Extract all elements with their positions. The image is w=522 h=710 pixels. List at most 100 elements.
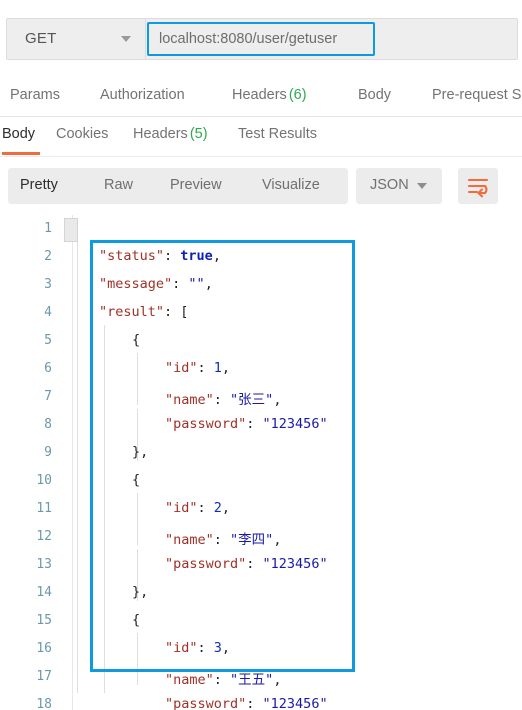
response-tab-headers[interactable]: Headers (5) bbox=[133, 126, 208, 142]
request-url-input[interactable] bbox=[147, 22, 375, 56]
code-line: 3 "message": "", bbox=[0, 271, 522, 299]
code-line-text: "message": "", bbox=[99, 276, 213, 292]
response-language-label: JSON bbox=[370, 177, 409, 193]
code-token: : bbox=[213, 672, 231, 688]
code-token: "status" bbox=[99, 248, 165, 264]
code-line: 16 "id": 3, bbox=[0, 635, 522, 663]
code-token: "id" bbox=[165, 500, 198, 516]
code-token: : bbox=[197, 500, 214, 516]
response-tab-bar: Body Cookies Headers (5) Test Results bbox=[0, 117, 522, 157]
response-tab-body-label: Body bbox=[2, 126, 36, 142]
code-line: 12 "name": "李四", bbox=[0, 523, 522, 551]
code-line-text: { bbox=[132, 472, 140, 488]
code-token: , bbox=[204, 276, 213, 292]
code-line-text: "id": 2, bbox=[165, 500, 230, 516]
code-line: 11 "id": 2, bbox=[0, 495, 522, 523]
code-line-text: "name": "王五", bbox=[165, 668, 281, 688]
code-line-text: "name": "张三", bbox=[165, 388, 281, 408]
code-token: "王五" bbox=[230, 672, 274, 688]
line-number: 17 bbox=[36, 669, 52, 684]
chevron-down-icon bbox=[417, 183, 427, 189]
code-token: : bbox=[246, 556, 263, 572]
code-token: }, bbox=[132, 584, 149, 600]
request-tab-headers[interactable]: Headers (6) bbox=[232, 87, 307, 103]
request-tab-authorization-label: Authorization bbox=[100, 87, 185, 103]
code-token: , bbox=[221, 500, 231, 516]
code-token: "123456" bbox=[262, 416, 328, 432]
code-line-text: { bbox=[132, 332, 140, 348]
code-token: : bbox=[164, 248, 181, 264]
code-line: 2 "status": true, bbox=[0, 243, 522, 271]
request-tab-pre-request-script[interactable]: Pre-request S bbox=[432, 87, 521, 103]
response-tab-test-results-label: Test Results bbox=[238, 126, 317, 142]
code-token: "name" bbox=[165, 532, 214, 548]
line-number: 18 bbox=[36, 697, 52, 710]
code-token: { bbox=[132, 472, 141, 488]
code-token: true bbox=[180, 248, 213, 264]
line-number: 6 bbox=[44, 361, 52, 376]
code-token: "result" bbox=[99, 304, 165, 320]
code-token: { bbox=[132, 332, 141, 348]
response-language-dropdown[interactable]: JSON bbox=[356, 168, 442, 204]
line-number: 2 bbox=[44, 249, 52, 264]
response-tab-test-results[interactable]: Test Results bbox=[238, 126, 317, 142]
code-token: "李四" bbox=[230, 532, 274, 548]
code-token: : bbox=[213, 392, 231, 408]
method-url-group: GET bbox=[6, 18, 518, 60]
code-token: "password" bbox=[165, 556, 247, 572]
http-method-dropdown[interactable]: GET bbox=[7, 19, 146, 59]
line-number: 10 bbox=[36, 473, 52, 488]
line-number: 13 bbox=[36, 557, 52, 572]
code-token: , bbox=[221, 640, 231, 656]
code-line-text: { bbox=[132, 612, 140, 628]
line-number: 3 bbox=[44, 277, 52, 292]
response-tab-headers-label: Headers bbox=[133, 126, 188, 142]
word-wrap-toggle-button[interactable] bbox=[458, 168, 498, 204]
code-line: 17 "name": "王五", bbox=[0, 663, 522, 691]
response-format-toolbar: Pretty Raw Preview Visualize JSON bbox=[0, 157, 522, 215]
http-method-label: GET bbox=[25, 30, 57, 47]
code-line-text: }, bbox=[132, 584, 148, 600]
line-number: 4 bbox=[44, 305, 52, 320]
code-token: : bbox=[213, 532, 231, 548]
view-mode-raw[interactable]: Raw bbox=[104, 177, 133, 193]
request-tab-body[interactable]: Body bbox=[358, 87, 391, 103]
view-mode-visualize[interactable]: Visualize bbox=[262, 177, 320, 193]
code-line: 5{ bbox=[0, 327, 522, 355]
view-mode-pretty-label: Pretty bbox=[20, 177, 58, 193]
request-tab-pre-request-script-label: Pre-request S bbox=[432, 87, 522, 103]
code-line: 15 { bbox=[0, 607, 522, 635]
request-tab-params[interactable]: Params bbox=[10, 87, 60, 103]
code-line-text: "status": true, bbox=[99, 248, 221, 264]
code-token: "123456" bbox=[262, 556, 328, 572]
view-mode-preview-label: Preview bbox=[170, 177, 222, 193]
response-tab-body[interactable]: Body bbox=[2, 126, 35, 142]
line-number: 8 bbox=[44, 417, 52, 432]
request-tab-authorization[interactable]: Authorization bbox=[100, 87, 185, 103]
code-token: : bbox=[197, 360, 214, 376]
code-token: : bbox=[197, 640, 214, 656]
code-line: 1{ bbox=[0, 215, 522, 243]
code-token: { bbox=[132, 612, 141, 628]
code-token: 3 bbox=[213, 640, 222, 656]
response-tab-active-indicator bbox=[2, 152, 40, 155]
line-number: 14 bbox=[36, 585, 52, 600]
code-line-list: 1{2"status": true,3"message": "",4"resul… bbox=[0, 215, 522, 710]
line-number: 9 bbox=[44, 445, 52, 460]
code-line: 8 "password": "123456" bbox=[0, 411, 522, 439]
view-mode-pretty[interactable]: Pretty bbox=[20, 177, 58, 193]
code-line-text: "password": "123456" bbox=[165, 416, 328, 432]
code-line: 10 { bbox=[0, 467, 522, 495]
response-tab-cookies[interactable]: Cookies bbox=[56, 126, 108, 142]
view-mode-preview[interactable]: Preview bbox=[170, 177, 222, 193]
line-number: 1 bbox=[44, 221, 52, 236]
code-line-text: }, bbox=[132, 444, 148, 460]
code-line-text: "password": "123456" bbox=[165, 556, 328, 572]
code-line-text: "id": 3, bbox=[165, 640, 230, 656]
response-tab-cookies-label: Cookies bbox=[56, 126, 109, 142]
code-line: 7 "name": "张三", bbox=[0, 383, 522, 411]
response-body-code-viewer[interactable]: 1{2"status": true,3"message": "",4"resul… bbox=[0, 215, 522, 710]
request-url-bar: GET bbox=[0, 0, 522, 78]
code-line: 6 "id": 1, bbox=[0, 355, 522, 383]
code-line: 9}, bbox=[0, 439, 522, 467]
